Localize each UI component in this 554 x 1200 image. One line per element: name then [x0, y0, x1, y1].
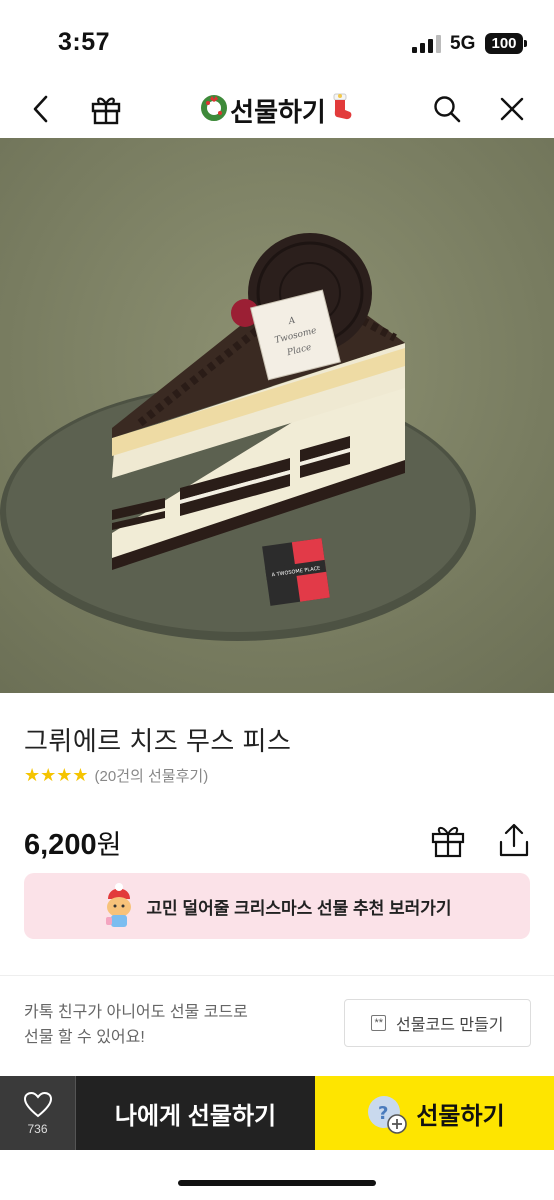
code-icon: **	[371, 1015, 387, 1031]
battery-icon: 100	[485, 33, 527, 54]
status-time: 3:57	[58, 28, 111, 56]
review-count: (20건의 선물후기)	[94, 768, 209, 785]
network-type: 5G	[450, 33, 476, 54]
home-indicator	[178, 1180, 376, 1186]
create-gift-code-label: 선물코드 만들기	[396, 1017, 504, 1034]
create-gift-code-button[interactable]: ** 선물코드 만들기	[344, 999, 531, 1047]
wish-button[interactable]: 736	[0, 1076, 76, 1150]
gift-code-line-2: 선물 할 수 있어요!	[24, 1029, 145, 1046]
page-title: 선물하기	[0, 92, 554, 129]
wish-count: 736	[27, 1121, 48, 1136]
nav-bar: 선물하기	[0, 80, 554, 138]
gift-to-self-button[interactable]: 나에게 선물하기	[76, 1076, 315, 1150]
price: 6,200원	[24, 823, 121, 862]
gift-code-line-1: 카톡 친구가 아니어도 선물 코드로	[24, 1004, 248, 1021]
promo-text: 고민 덜어줄 크리스마스 선물 추천 보러가기	[146, 898, 452, 918]
signal-icon	[412, 35, 442, 53]
price-value: 6,200	[24, 829, 97, 861]
gift-button-label: 선물하기	[416, 1102, 505, 1130]
svg-text:?: ?	[378, 1103, 388, 1124]
status-bar: 3:57 5G 100	[0, 0, 554, 80]
character-icon	[102, 881, 136, 931]
divider	[0, 975, 554, 976]
christmas-promo-banner[interactable]: 고민 덜어줄 크리스마스 선물 추천 보러가기	[24, 873, 530, 939]
gift-code-description: 카톡 친구가 아니어도 선물 코드로 선물 할 수 있어요!	[24, 1000, 248, 1050]
rating[interactable]: ★★★★ (20건의 선물후기)	[24, 765, 208, 786]
battery-level: 100	[491, 35, 517, 52]
star-rating: ★★★★	[24, 765, 89, 785]
price-unit: 원	[96, 830, 122, 860]
heart-icon	[23, 1091, 52, 1117]
friend-add-icon: ?	[364, 1092, 408, 1134]
product-image: A Twosome Place A TWOSOME PLACE	[0, 138, 554, 693]
stocking-icon	[328, 92, 354, 129]
bottom-action-bar: 736 나에게 선물하기 ? 선물하기	[0, 1076, 554, 1150]
search-icon[interactable]	[428, 90, 466, 128]
share-icon[interactable]	[494, 820, 534, 860]
gift-box-icon[interactable]	[428, 820, 468, 860]
wreath-icon	[200, 93, 228, 128]
close-icon[interactable]	[493, 90, 531, 128]
gift-button[interactable]: ? 선물하기	[315, 1076, 554, 1150]
product-name: 그뤼에르 치즈 무스 피스	[24, 726, 292, 756]
page-title-text: 선물하기	[230, 97, 326, 127]
